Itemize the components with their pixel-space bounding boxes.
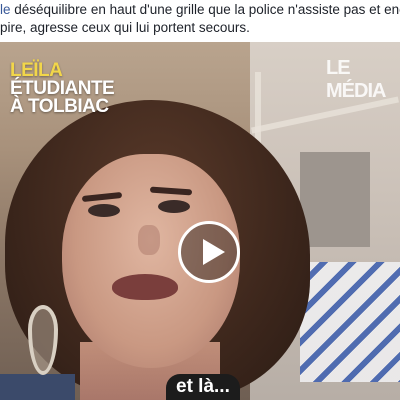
play-button[interactable] <box>178 221 240 283</box>
post-text-line-1-rest: déséquilibre en haut d'une grille que la… <box>10 2 400 17</box>
person-eye <box>158 200 190 213</box>
post-text-line-2: pire, agresse ceux qui lui portent secou… <box>0 20 250 35</box>
background-window <box>300 152 370 247</box>
post-text-line-1: le déséquilibre en haut d'une grille que… <box>0 1 400 19</box>
channel-logo: LE MÉDIA <box>326 57 386 102</box>
video-player[interactable]: LEÏLA ÉTUDIANTE À TOLBIAC LE MÉDIA et là… <box>0 42 400 400</box>
post-text-link[interactable]: le <box>0 2 11 17</box>
play-icon <box>203 239 225 265</box>
person-mouth <box>112 274 178 300</box>
video-subtitle: et là... <box>166 374 240 400</box>
person-shirt <box>0 374 75 400</box>
person-eye <box>88 204 120 217</box>
speaker-name-tag: LEÏLA ÉTUDIANTE À TOLBIAC <box>10 61 115 117</box>
speaker-location: À TOLBIAC <box>10 96 109 117</box>
post-text: le déséquilibre en haut d'une grille que… <box>0 0 400 43</box>
person-nose <box>138 225 160 255</box>
background-barrier <box>300 262 400 382</box>
